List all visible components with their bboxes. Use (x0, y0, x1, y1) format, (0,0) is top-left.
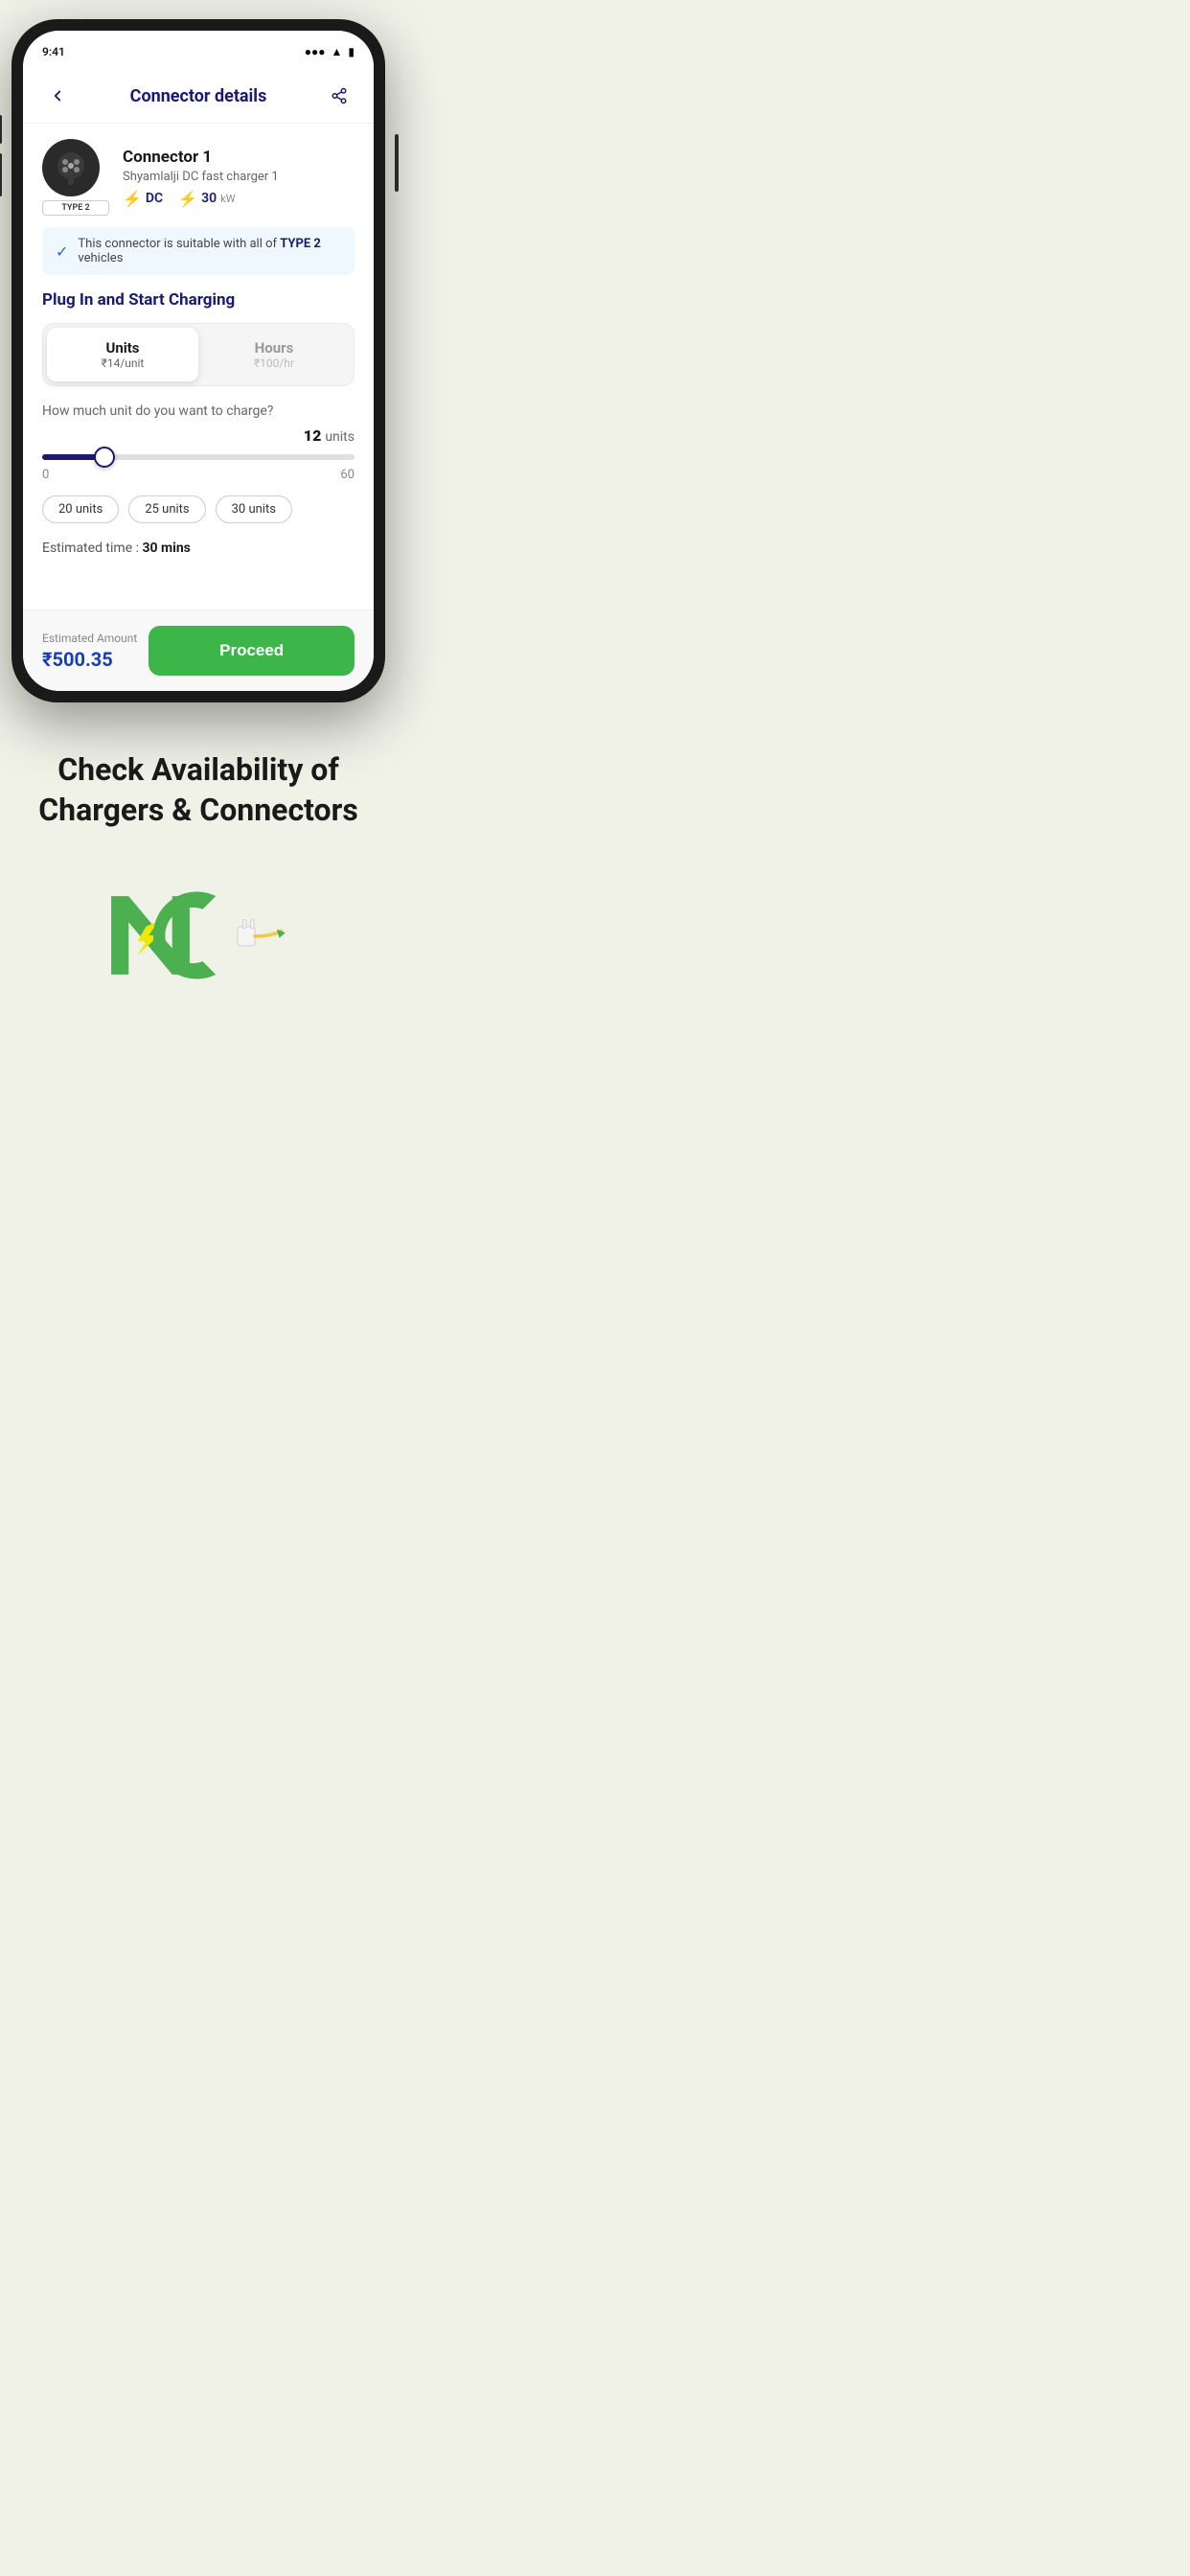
content-spacer (42, 556, 355, 594)
chip-30[interactable]: 30 units (216, 495, 292, 523)
units-question: How much unit do you want to charge? (42, 403, 355, 419)
promo-title: Check Availability of Chargers & Connect… (19, 750, 378, 830)
bottom-section: Check Availability of Chargers & Connect… (0, 702, 397, 1031)
current-icon: ⚡ (123, 190, 142, 208)
slider-track (42, 454, 355, 460)
connector-station: Shyamlalji DC fast charger 1 (123, 170, 355, 184)
slider-min: 0 (42, 468, 49, 482)
units-value-display: 12 units (304, 426, 355, 445)
charging-section-title: Plug In and Start Charging (42, 290, 355, 310)
slider-max: 60 (340, 468, 355, 482)
connector-icon (42, 139, 100, 196)
power-button (395, 134, 399, 192)
screen-content: TYPE 2 Connector 1 Shyamlalji DC fast ch… (23, 124, 374, 610)
connector-details: Connector 1 Shyamlalji DC fast charger 1… (123, 148, 355, 208)
wifi-icon: ▲ (332, 45, 343, 58)
tab-hours-label: Hours (206, 339, 342, 356)
slider-range: 0 60 (42, 468, 355, 482)
vol-down-button (0, 153, 2, 196)
estimated-time: Estimated time : 30 mins (42, 540, 355, 556)
connector-type-badge: TYPE 2 (42, 200, 109, 216)
tab-units-label: Units (55, 339, 191, 356)
bottom-bar: Estimated Amount ₹500.35 Proceed (23, 610, 374, 691)
check-icon: ✓ (56, 242, 68, 261)
power-icon: ⚡ (178, 190, 197, 208)
nc-logo-svg (103, 878, 294, 993)
connector-specs: ⚡ DC ⚡ 30 kW (123, 190, 355, 208)
slider-container[interactable] (42, 454, 355, 460)
phone-screen: 9:41 ●●● ▲ ▮ Connector details (23, 31, 374, 691)
battery-icon: ▮ (348, 45, 355, 58)
phone-mockup: 9:41 ●●● ▲ ▮ Connector details (11, 19, 385, 702)
current-type-value: DC (146, 191, 163, 206)
chip-20[interactable]: 20 units (42, 495, 119, 523)
connector-info-row: TYPE 2 Connector 1 Shyamlalji DC fast ch… (42, 139, 355, 216)
current-type-spec: ⚡ DC (123, 190, 163, 208)
status-time: 9:41 (42, 45, 65, 58)
power-value: 30 (201, 191, 217, 206)
power-spec: ⚡ 30 kW (178, 190, 235, 208)
status-icons: ●●● ▲ ▮ (305, 45, 355, 58)
estimated-value: 30 mins (142, 540, 190, 556)
power-unit: kW (220, 193, 235, 205)
tab-units[interactable]: Units ₹14/unit (47, 328, 198, 381)
back-button[interactable] (42, 80, 73, 111)
amount-value: ₹500.35 (42, 648, 137, 671)
tab-switcher: Units ₹14/unit Hours ₹100/hr (42, 323, 355, 386)
nc-logo (103, 878, 294, 993)
quick-select: 20 units 25 units 30 units (42, 495, 355, 523)
screen-header: Connector details (23, 73, 374, 124)
share-button[interactable] (324, 80, 355, 111)
tab-hours-price: ₹100/hr (206, 356, 342, 370)
amount-section: Estimated Amount ₹500.35 (42, 632, 137, 671)
slider-thumb[interactable] (94, 447, 115, 468)
proceed-button[interactable]: Proceed (149, 626, 355, 676)
compatibility-text: This connector is suitable with all of T… (78, 237, 341, 265)
units-value-row: 12 units (42, 426, 355, 445)
signal-icon: ●●● (305, 45, 326, 58)
tab-hours[interactable]: Hours ₹100/hr (198, 328, 350, 381)
amount-label: Estimated Amount (42, 632, 137, 645)
chip-25[interactable]: 25 units (128, 495, 205, 523)
vol-up-button (0, 115, 2, 144)
page-title: Connector details (73, 86, 324, 106)
status-bar: 9:41 ●●● ▲ ▮ (23, 31, 374, 73)
connector-icon-wrap: TYPE 2 (42, 139, 109, 216)
compat-type: TYPE 2 (280, 237, 321, 251)
compatibility-banner: ✓ This connector is suitable with all of… (42, 227, 355, 275)
tab-units-price: ₹14/unit (55, 356, 191, 370)
connector-name: Connector 1 (123, 148, 355, 167)
